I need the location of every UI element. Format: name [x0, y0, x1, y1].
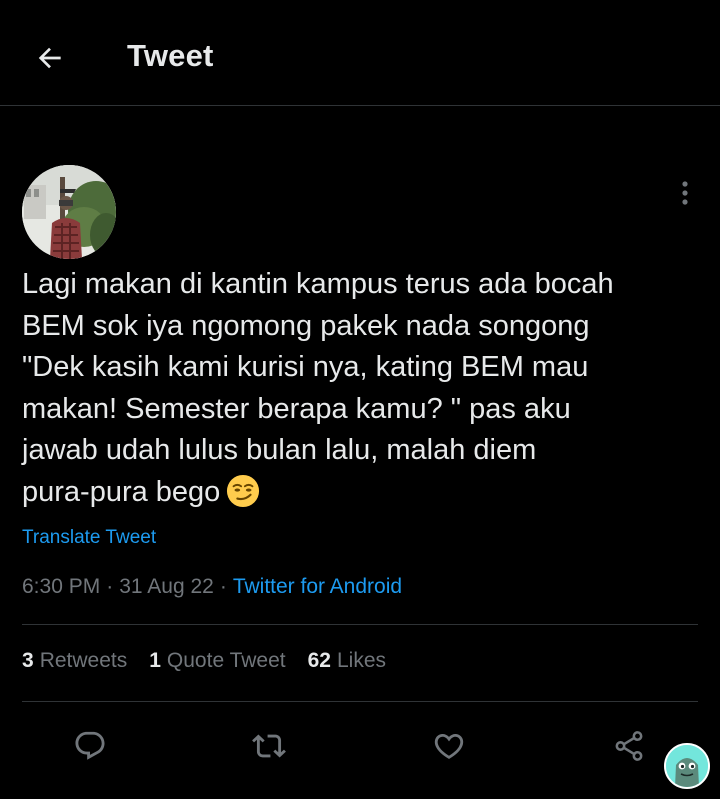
page-title: Tweet [127, 38, 214, 73]
divider [22, 701, 698, 702]
more-options-button[interactable] [670, 178, 700, 208]
quote-tweets-stat[interactable]: 1 Quote Tweet [149, 649, 285, 673]
tweet-time: 6:30 PM [22, 575, 101, 598]
share-button[interactable] [607, 724, 651, 768]
back-arrow-icon [38, 47, 61, 69]
tweet-detail-screen: Tweet Lagi makan di kantin kampus terus … [0, 0, 720, 799]
retweets-label: Retweets [39, 649, 128, 672]
reply-icon [75, 731, 105, 760]
engagement-stats: 3 Retweets 1 Quote Tweet 62 Likes [22, 649, 386, 673]
tweet-date: 31 Aug 22 [119, 575, 214, 598]
divider [22, 624, 698, 625]
more-vertical-icon [682, 181, 688, 205]
monster-avatar-icon [666, 745, 708, 787]
retweet-icon [252, 734, 286, 758]
retweets-count: 3 [22, 649, 34, 672]
tweet-source-link[interactable]: Twitter for Android [233, 575, 402, 598]
like-icon [434, 733, 464, 759]
separator-dot: · [106, 575, 114, 598]
likes-label: Likes [336, 649, 387, 672]
retweets-stat[interactable]: 3 Retweets [22, 649, 127, 673]
tweet-metadata: 6:30 PM · 31 Aug 22 · Twitter for Android [22, 575, 402, 599]
avatar-photo [22, 165, 116, 259]
translate-tweet-link[interactable]: Translate Tweet [22, 527, 156, 549]
retweet-button[interactable] [247, 724, 291, 768]
separator-dot: · [219, 575, 227, 598]
quotes-count: 1 [149, 649, 161, 672]
share-icon [615, 731, 643, 761]
likes-stat[interactable]: 62 Likes [308, 649, 386, 673]
like-button[interactable] [427, 724, 471, 768]
floating-assistant-bubble[interactable] [664, 743, 710, 789]
smirking-face-emoji-icon [227, 474, 260, 507]
back-button[interactable] [28, 36, 72, 80]
top-bar: Tweet [0, 0, 720, 106]
quotes-label: Quote Tweet [166, 649, 286, 672]
author-avatar[interactable] [22, 165, 116, 259]
tweet-text-content: Lagi makan di kantin kampus terus ada bo… [22, 268, 614, 508]
tweet-text: Lagi makan di kantin kampus terus ada bo… [22, 264, 702, 513]
likes-count: 62 [307, 649, 331, 672]
reply-button[interactable] [68, 724, 112, 768]
